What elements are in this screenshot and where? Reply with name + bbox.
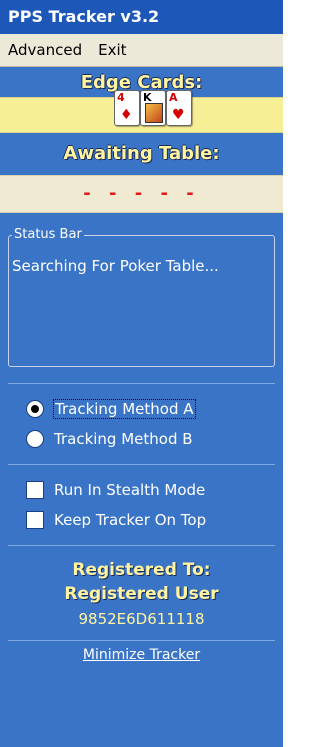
status-message: Searching For Poker Table... (12, 257, 219, 275)
playing-card: 4 ♦ (114, 90, 140, 126)
tracking-method-b-label: Tracking Method B (54, 430, 193, 448)
tracker-window: PPS Tracker v3.2 Advanced Exit Edge Card… (0, 0, 283, 747)
card-rank: 4 (117, 91, 125, 104)
tracking-method-a[interactable]: Tracking Method A (0, 394, 283, 424)
card-suit-icon: ♦ (120, 107, 133, 123)
status-bar-legend: Status Bar (12, 227, 84, 242)
checkbox-icon[interactable] (26, 511, 44, 529)
awaiting-table-title: Awaiting Table: (63, 143, 220, 164)
playing-card: A ♥ (166, 90, 192, 126)
menu-exit[interactable]: Exit (90, 41, 134, 59)
registration-code: 9852E6D611118 (78, 610, 205, 628)
stealth-mode-option[interactable]: Run In Stealth Mode (0, 475, 283, 505)
keep-on-top-label: Keep Tracker On Top (54, 511, 207, 529)
registered-user-name: Registered User (64, 584, 219, 604)
minimize-tracker-link[interactable]: Minimize Tracker (0, 647, 283, 663)
edge-cards-strip: 4 ♦ K A ♥ (0, 90, 283, 133)
playing-card: K (140, 90, 166, 126)
stealth-mode-label: Run In Stealth Mode (54, 481, 206, 499)
checkbox-icon[interactable] (26, 481, 44, 499)
tracking-method-b[interactable]: Tracking Method B (0, 424, 283, 454)
king-face-icon (145, 103, 163, 123)
radio-unselected-icon[interactable] (26, 430, 44, 448)
table-status-strip: - - - - - (0, 175, 283, 213)
card-suit-icon: ♥ (172, 107, 185, 123)
divider (8, 640, 275, 641)
tracking-method-a-label: Tracking Method A (53, 399, 196, 419)
keep-on-top-option[interactable]: Keep Tracker On Top (0, 505, 283, 535)
registered-to-label: Registered To: (72, 560, 211, 580)
menu-bar: Advanced Exit (0, 34, 283, 67)
card-rank: A (169, 91, 178, 104)
menu-advanced[interactable]: Advanced (0, 41, 90, 59)
radio-selected-icon[interactable] (26, 400, 44, 418)
status-bar-box (8, 235, 275, 367)
window-title: PPS Tracker v3.2 (0, 0, 283, 34)
status-bar-group: Status Bar Searching For Poker Table... (8, 227, 275, 367)
